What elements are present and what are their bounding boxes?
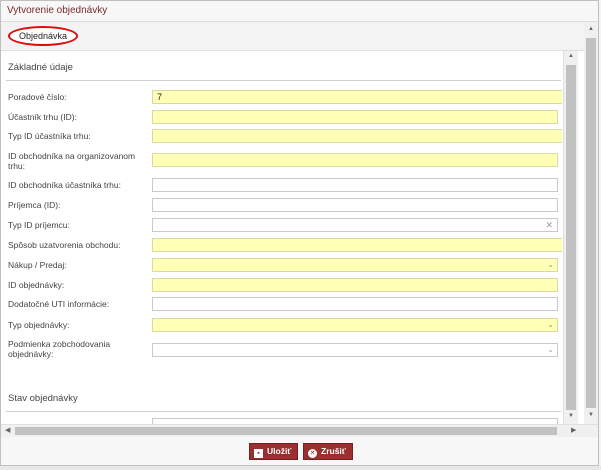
dialog-title: Vytvorenie objednávky [7,5,108,16]
clear-icon[interactable]: ✕ [545,219,553,231]
dialog-vertical-scrollbar[interactable]: ▲ ▼ [584,22,598,424]
section-divider [6,80,561,81]
field-label-additional-uti: Dodatočné UTI informácie: [8,299,110,309]
scroll-down-arrow-icon[interactable]: ▼ [564,413,578,419]
scrollbar-thumb[interactable] [566,65,576,410]
trade-conclusion-method-input[interactable] [152,238,562,252]
recipient-input[interactable] [152,198,558,212]
field-label-participant-id-type: Typ ID účastníka trhu: [8,131,91,141]
additional-uti-input[interactable] [152,297,558,311]
scroll-right-arrow-icon[interactable]: ▶ [571,426,576,434]
chevron-down-icon: ⌄ [547,320,554,329]
create-order-dialog: Vytvorenie objednávky Objednávka Základn… [0,0,599,466]
field-label-recipient: Príjemca (ID): [8,200,61,210]
scroll-up-arrow-icon[interactable]: ▲ [564,53,578,59]
close-icon: ✕ [308,449,317,458]
section-title-basic: Základné údaje [8,62,73,73]
cancel-button[interactable]: ✕ Zrušiť [303,443,353,460]
tab-bar: Objednávka [1,22,584,51]
dialog-footer: ▪ Uložiť ✕ Zrušiť [1,437,598,465]
order-id-input[interactable] [152,278,558,292]
chevron-down-icon: ⌄ [547,345,554,354]
cancel-button-label: Zrušiť [321,446,346,456]
market-participant-input[interactable] [152,110,558,124]
participant-id-type-input[interactable] [152,129,562,143]
field-label-buy-sell: Nákup / Predaj: [8,260,67,270]
field-label-trader-id-participant: ID obchodníka účastníka trhu: [8,180,121,190]
recipient-id-type-select[interactable]: ✕ [152,218,558,232]
field-label-recipient-id-type: Typ ID príjemcu: [8,220,70,230]
save-button[interactable]: ▪ Uložiť [249,443,299,460]
field-label-market-participant: Účastník trhu (ID): [8,112,77,122]
floppy-disk-icon: ▪ [254,449,263,458]
form-content: Základné údaje Poradové číslo: 7 Účastní… [1,51,563,424]
scrollbar-thumb[interactable] [15,427,557,435]
section-divider [6,411,561,412]
field-label-trade-conclusion-method: Spôsob uzatvorenia obchodu: [8,240,121,250]
scroll-down-arrow-icon[interactable]: ▼ [584,412,598,418]
chevron-down-icon: ⌄ [547,260,554,269]
field-label-trader-id-organized-market: ID obchodníka na organizovanom trhu: [8,151,136,171]
scrollbar-thumb[interactable] [586,38,596,408]
section-title-status: Stav objednávky [8,393,78,404]
field-label-order-execution-condition: Podmienka zobchodovania objednávky: [8,339,111,359]
dialog-titlebar: Vytvorenie objednávky [1,1,598,22]
field-label-sequence-number: Poradové číslo: [8,92,67,102]
scroll-left-arrow-icon[interactable]: ◀ [5,426,10,434]
trader-id-participant-input[interactable] [152,178,558,192]
field-label-order-id: ID objednávky: [8,280,65,290]
scroll-up-arrow-icon[interactable]: ▲ [584,26,598,32]
order-execution-condition-select[interactable]: ⌄ [152,343,558,357]
order-type-select[interactable]: ⌄ [152,318,558,332]
save-button-label: Uložiť [267,446,292,456]
tab-order[interactable]: Objednávka [8,26,78,46]
trader-id-organized-market-input[interactable] [152,153,558,167]
buy-sell-select[interactable]: ⌄ [152,258,558,272]
form-vertical-scrollbar[interactable]: ▲ ▼ [563,51,578,424]
field-label-order-type: Typ objednávky: [8,320,70,330]
sequence-number-input[interactable]: 7 [152,90,562,104]
background-strip [0,466,601,470]
dialog-horizontal-scrollbar[interactable]: ◀ ▶ [1,424,598,437]
